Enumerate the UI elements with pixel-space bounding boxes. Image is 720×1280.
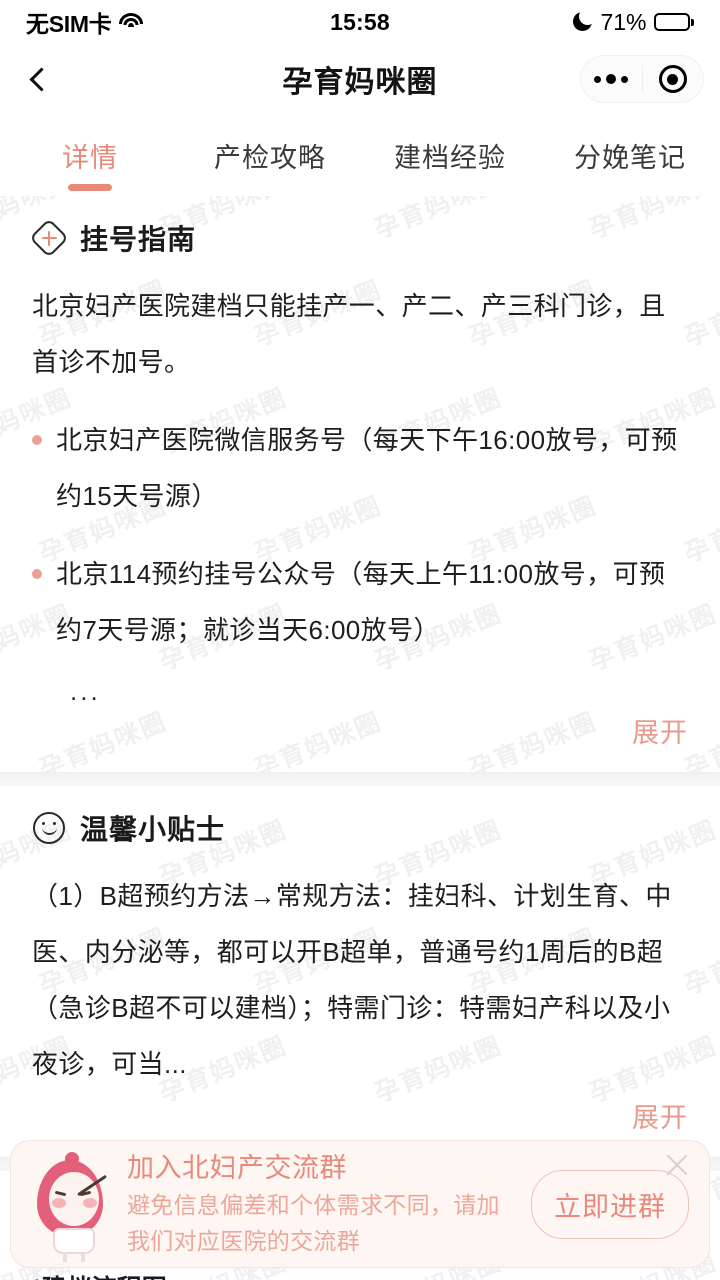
tab-delivery-notes[interactable]: 分娩笔记 bbox=[540, 136, 720, 175]
more-menu-button[interactable] bbox=[581, 74, 642, 84]
registration-guide-expand-row: 展开 bbox=[32, 707, 688, 772]
registration-guide-bullet-list: 北京妇产医院微信服务号（每天下午16:00放号，可预约15天号源） 北京114预… bbox=[32, 412, 688, 658]
list-item: 北京妇产医院微信服务号（每天下午16:00放号，可预约15天号源） bbox=[32, 412, 688, 524]
miniprogram-capsule bbox=[580, 55, 704, 103]
tab-prenatal-guide[interactable]: 产检攻略 bbox=[180, 136, 360, 175]
section-title-registration-guide: 挂号指南 bbox=[80, 224, 197, 255]
join-group-banner: 加入北妇产交流群 避免信息偏差和个体需求不同，请加我们对应医院的交流群 立即进群 bbox=[10, 1140, 710, 1268]
list-item: 北京114预约挂号公众号（每天上午11:00放号，可预约7天号源；就诊当天6:0… bbox=[32, 546, 688, 658]
list-item-text: 北京114预约挂号公众号（每天上午11:00放号，可预约7天号源；就诊当天6:0… bbox=[56, 559, 666, 645]
status-bar-right: 71% bbox=[573, 9, 694, 36]
banner-text-block: 加入北妇产交流群 避免信息偏差和个体需求不同，请加我们对应医院的交流群 bbox=[121, 1149, 517, 1259]
join-group-button[interactable]: 立即进群 bbox=[531, 1169, 689, 1239]
tab-record-experience[interactable]: 建档经验 bbox=[360, 136, 540, 175]
tab-active-indicator bbox=[68, 183, 112, 191]
tab-details[interactable]: 详情 bbox=[0, 136, 180, 191]
section-header-tips: 温馨小贴士 bbox=[32, 786, 688, 848]
battery-icon bbox=[653, 13, 694, 31]
status-bar: 无SIM卡 15:58 71% bbox=[0, 0, 720, 44]
banner-close-button[interactable] bbox=[663, 1151, 691, 1179]
expand-button-registration-guide[interactable]: 展开 bbox=[632, 711, 688, 750]
medical-cross-diamond-icon bbox=[29, 218, 69, 258]
tab-delivery-notes-label: 分娩笔记 bbox=[574, 142, 686, 173]
app-screen: 无SIM卡 15:58 71% 孕育妈咪圈 详情 产检攻略 建档经验 分娩笔记 … bbox=[0, 0, 720, 1280]
tab-record-experience-label: 建档经验 bbox=[394, 142, 506, 173]
bullet-dot-icon bbox=[32, 435, 42, 445]
section-tips: 温馨小贴士 （1）B超预约方法→常规方法：挂妇科、计划生育、中医、内分泌等，都可… bbox=[0, 786, 720, 1157]
more-dots-icon bbox=[594, 74, 629, 84]
moon-icon bbox=[573, 12, 594, 32]
tab-bar: 详情 产检攻略 建档经验 分娩笔记 bbox=[0, 114, 720, 196]
expand-button-tips[interactable]: 展开 bbox=[632, 1096, 688, 1135]
navigation-bar: 孕育妈咪圈 bbox=[0, 44, 720, 114]
smiley-face-icon bbox=[32, 811, 66, 845]
banner-title: 加入北妇产交流群 bbox=[127, 1153, 347, 1183]
section-registration-guide: 挂号指南 北京妇产医院建档只能挂产一、产二、产三科门诊，且首诊不加号。 北京妇产… bbox=[0, 196, 720, 772]
tips-paragraph: （1）B超预约方法→常规方法：挂妇科、计划生育、中医、内分泌等，都可以开B超单，… bbox=[32, 881, 672, 1079]
section-header-registration-guide: 挂号指南 bbox=[29, 196, 688, 258]
mascot-girl-icon bbox=[25, 1148, 121, 1262]
list-item-text: 北京妇产医院微信服务号（每天下午16:00放号，可预约15天号源） bbox=[56, 425, 678, 511]
banner-subtitle: 避免信息偏差和个体需求不同，请加我们对应医院的交流群 bbox=[127, 1192, 500, 1254]
target-circle-icon bbox=[658, 65, 687, 93]
section-divider bbox=[0, 772, 720, 786]
battery-percent-label: 71% bbox=[600, 8, 647, 35]
tab-prenatal-guide-label: 产检攻略 bbox=[214, 142, 326, 173]
tab-details-label: 详情 bbox=[62, 142, 118, 173]
truncation-ellipsis: ... bbox=[70, 676, 101, 706]
content-area: 孕育妈咪圈 孕育妈咪圈 孕育妈咪圈 孕育妈咪圈 孕育妈咪圈 孕育妈咪圈 孕育妈咪圈 孕育妈咪圈… bbox=[0, 196, 720, 1280]
registration-guide-paragraph: 北京妇产医院建档只能挂产一、产二、产三科门诊，且首诊不加号。 bbox=[32, 291, 666, 377]
section-title-tips: 温馨小贴士 bbox=[80, 814, 226, 845]
bullet-dot-icon bbox=[32, 569, 42, 579]
close-miniprogram-button[interactable] bbox=[643, 65, 704, 93]
